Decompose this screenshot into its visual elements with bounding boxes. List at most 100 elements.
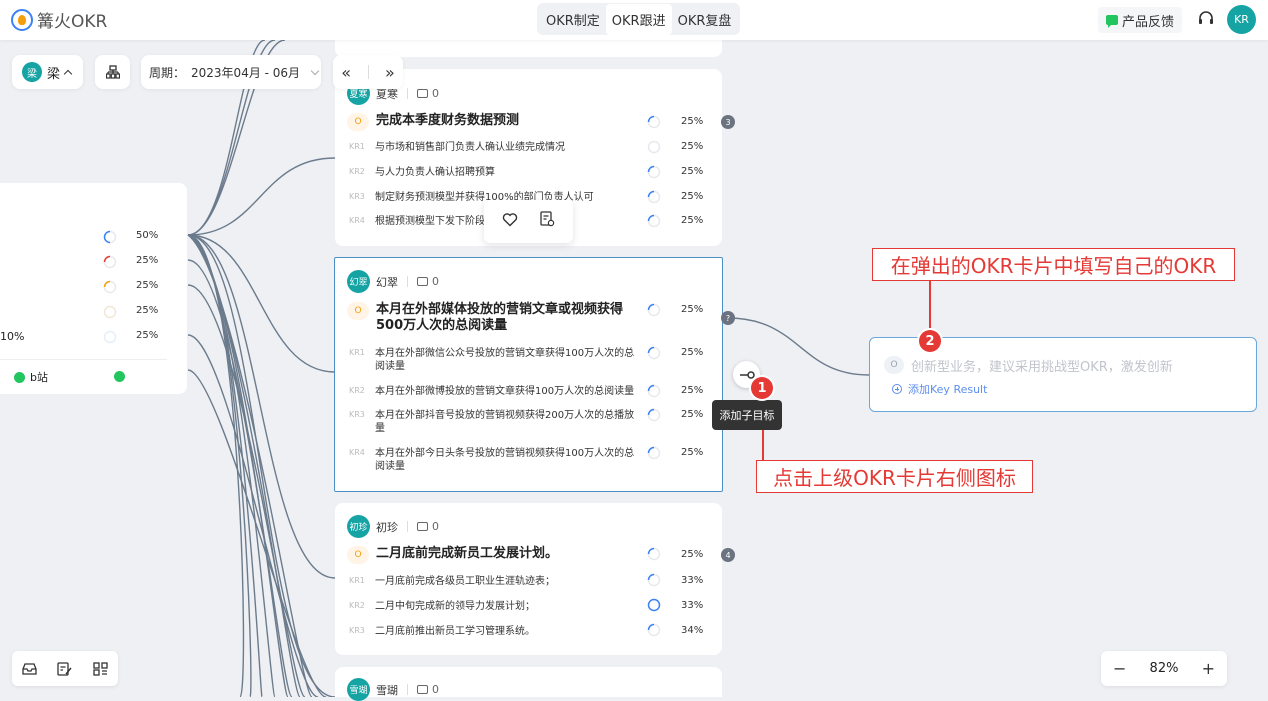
comment-count[interactable]: 0 — [417, 275, 439, 288]
parent-kr-row: 25% — [0, 278, 180, 296]
kr-row[interactable]: KR1 一月底前完成各级员工职业生涯轨迹表； — [349, 575, 555, 588]
tab-okr-review[interactable]: OKR复盘 — [672, 4, 738, 35]
kr-percent: 34% — [681, 625, 704, 636]
bonfire-logo-icon — [11, 8, 33, 31]
kr-label: KR1 — [349, 142, 365, 151]
document-settings-icon[interactable] — [540, 211, 555, 227]
okr-card-selected[interactable]: 幻翠 幻翠 0 O 本月在外部媒体投放的营销文章或视频获得500万人次的总阅读量… — [334, 257, 723, 492]
kr-text: 本月在外部微信公众号投放的营销文章获得100万人次的总阅读量 — [375, 348, 635, 372]
okr-card-partial[interactable]: 雪瑚 雪瑚 0 — [335, 667, 722, 701]
collapse-controls: « » — [333, 55, 403, 89]
progress-ring — [103, 255, 117, 269]
kr-row[interactable]: KR1 与市场和销售部门负责人确认业绩完成情况 — [349, 141, 565, 154]
app-logo[interactable]: 篝火OKR — [11, 7, 107, 32]
progress-ring — [103, 280, 117, 294]
kr-text: 与人力负责人确认招聘预算 — [375, 167, 495, 178]
user-avatar[interactable]: KR — [1227, 5, 1256, 34]
kr-row[interactable]: KR4 根据预测模型下发下阶段 — [349, 215, 485, 228]
child-count-badge[interactable]: 4 — [721, 548, 735, 562]
bottom-toolbar — [12, 651, 118, 686]
child-count-badge[interactable]: 3 — [721, 115, 735, 129]
owner-avatar[interactable]: 初珍 — [347, 515, 370, 538]
kr-text: 本月在外部今日头条号投放的营销视频获得100万人次的总阅读量 — [375, 448, 635, 472]
kr-row[interactable]: KR1 本月在外部微信公众号投放的营销文章获得100万人次的总阅读量 — [349, 347, 639, 373]
objective-input-placeholder[interactable]: 创新型业务，建议采用挑战型OKR，激发创新 — [911, 356, 1173, 375]
kr-text: 二月中旬完成新的领导力发展计划； — [375, 601, 535, 612]
owner-avatar[interactable]: 幻翠 — [347, 270, 370, 293]
tab-okr-track[interactable]: OKR跟进 — [605, 3, 672, 35]
feedback-button[interactable]: 产品反馈 — [1098, 7, 1183, 33]
owner-name[interactable]: 初珍 — [376, 519, 398, 535]
kr-row[interactable]: KR4 本月在外部今日头条号投放的营销视频获得100万人次的总阅读量 — [349, 447, 639, 473]
comment-count[interactable]: 0 — [417, 683, 439, 696]
comment-count[interactable]: 0 — [417, 87, 439, 100]
parent-kr-row: 50% — [0, 228, 180, 246]
objective[interactable]: O 本月在外部媒体投放的营销文章或视频获得500万人次的总阅读量 — [347, 302, 637, 334]
expand-right-icon[interactable]: » — [385, 63, 395, 82]
annotation-step2: 在弹出的OKR卡片中填写自己的OKR — [872, 248, 1235, 281]
link-icon[interactable] — [114, 371, 125, 382]
divider — [367, 65, 369, 79]
kr-percent: 25% — [681, 191, 704, 202]
comment-number: 0 — [432, 683, 439, 696]
kr-percent: 25% — [136, 280, 159, 291]
objective[interactable]: O 完成本季度财务数据预测 — [347, 113, 519, 131]
objective-percent: 25% — [681, 304, 704, 315]
headset-icon[interactable] — [1197, 9, 1215, 27]
comment-icon — [417, 89, 428, 98]
top-bar: 篝火OKR OKR制定 OKR跟进 OKR复盘 产品反馈 KR — [0, 0, 1268, 40]
collapse-left-icon[interactable]: « — [341, 63, 351, 82]
kr-row[interactable]: KR2 二月中旬完成新的领导力发展计划； — [349, 600, 535, 613]
user-selector[interactable]: 梁 梁 — [12, 55, 83, 89]
zoom-out-button[interactable]: − — [1113, 659, 1126, 678]
owner-avatar[interactable]: 雪瑚 — [347, 678, 370, 701]
add-key-result-button[interactable]: 添加Key Result — [892, 381, 987, 397]
feedback-label: 产品反馈 — [1122, 14, 1175, 30]
owner-name[interactable]: 雪瑚 — [376, 682, 398, 698]
org-chart-icon — [105, 65, 120, 79]
progress-ring — [647, 408, 661, 422]
qr-code-icon[interactable] — [93, 661, 108, 676]
kr-text: 根据预测模型下发下阶段 — [375, 216, 485, 227]
parent-kr-row: 25% — [0, 253, 180, 271]
progress-ring — [647, 598, 661, 612]
mode-tabs: OKR制定 OKR跟进 OKR复盘 — [537, 3, 741, 35]
progress-ring — [103, 230, 117, 244]
period-selector[interactable]: 周期： 2023年04月 - 06月 — [141, 55, 321, 89]
progress-ring — [647, 115, 661, 129]
zoom-control: − 82% + — [1101, 651, 1227, 686]
parent-okr-card[interactable]: 50% 25% 25% 25% 10% 25% b站 — [0, 183, 187, 394]
objective-percent: 25% — [681, 116, 704, 127]
card-owner: 初珍 初珍 0 — [347, 515, 439, 538]
tab-okr-plan[interactable]: OKR制定 — [540, 4, 606, 35]
heart-icon[interactable] — [502, 212, 518, 227]
comment-icon — [417, 685, 428, 694]
annotation-step1: 点击上级OKR卡片右侧图标 — [756, 460, 1033, 493]
card-owner: 雪瑚 雪瑚 0 — [347, 678, 439, 701]
child-count-badge[interactable]: ? — [721, 311, 735, 325]
org-chart-button[interactable] — [95, 55, 130, 89]
divider — [407, 684, 408, 695]
divider — [407, 88, 408, 99]
comment-count[interactable]: 0 — [417, 520, 439, 533]
kr-row[interactable]: KR2 与人力负责人确认招聘预算 — [349, 166, 495, 179]
comment-icon — [417, 522, 428, 531]
objective[interactable]: O 二月底前完成新员工发展计划。 — [347, 546, 558, 564]
progress-ring — [647, 573, 661, 587]
kr-percent: 25% — [681, 215, 704, 226]
kr-label: KR4 — [349, 216, 365, 225]
kr-row[interactable]: KR3 本月在外部抖音号投放的营销视频获得200万人次的总播放量 — [349, 409, 639, 435]
edit-note-icon[interactable] — [57, 661, 73, 676]
chat-icon — [1106, 15, 1118, 28]
inbox-icon[interactable] — [22, 662, 37, 676]
okr-card[interactable]: 初珍 初珍 0 O 二月底前完成新员工发展计划。 25% KR1 一月底前完成各… — [335, 503, 722, 655]
kr-row[interactable]: KR2 本月在外部微博投放的营销文章获得100万人次的总阅读量 — [349, 385, 639, 398]
kr-text: 二月底前推出新员工学习管理系统。 — [375, 626, 535, 637]
zoom-in-button[interactable]: + — [1202, 659, 1215, 678]
kr-percent: 25% — [681, 141, 704, 152]
bilibili-tag[interactable]: b站 — [14, 369, 48, 385]
kr-row[interactable]: KR3 二月底前推出新员工学习管理系统。 — [349, 625, 535, 638]
card-hover-actions — [484, 200, 573, 243]
user-avatar-small: 梁 — [22, 62, 42, 82]
owner-name[interactable]: 幻翠 — [376, 274, 398, 290]
